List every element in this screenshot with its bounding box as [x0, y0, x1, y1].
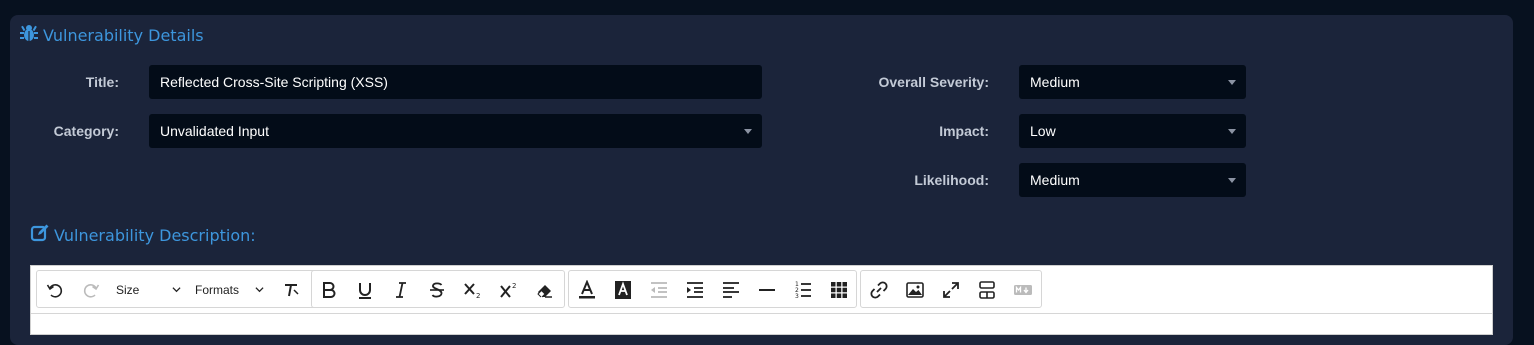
toolbar-group-history-format: Size Formats: [36, 270, 339, 308]
toolbar-group-paragraph: 123: [568, 270, 857, 308]
chevron-down-icon: [172, 287, 181, 293]
horizontal-rule-icon[interactable]: [755, 278, 779, 302]
ordered-list-icon[interactable]: 123: [791, 278, 815, 302]
likelihood-select[interactable]: Medium: [1019, 163, 1246, 197]
undo-icon[interactable]: [43, 278, 67, 302]
category-select[interactable]: Unvalidated Input: [149, 114, 762, 148]
category-label: Category:: [53, 123, 119, 139]
fullscreen-icon[interactable]: [939, 278, 963, 302]
impact-label: Impact:: [939, 123, 989, 139]
section-heading: Vulnerability Details: [19, 23, 204, 47]
title-label: Title:: [85, 74, 119, 90]
formats-dropdown[interactable]: Formats: [195, 280, 271, 300]
toolbar-group-text-style: 2 2: [311, 270, 565, 308]
overall-severity-select[interactable]: Medium: [1019, 65, 1246, 99]
eraser-icon[interactable]: [533, 278, 557, 302]
chevron-down-icon: [1228, 80, 1236, 85]
italic-icon[interactable]: [389, 278, 413, 302]
impact-select[interactable]: Low: [1019, 114, 1246, 148]
likelihood-value: Medium: [1030, 172, 1080, 188]
size-dropdown[interactable]: Size: [116, 280, 190, 300]
indent-icon[interactable]: [683, 278, 707, 302]
svg-text:3: 3: [795, 293, 799, 300]
chevron-down-icon: [1228, 129, 1236, 134]
section-title: Vulnerability Details: [43, 25, 204, 45]
strikethrough-icon[interactable]: [425, 278, 449, 302]
text-color-icon[interactable]: [575, 278, 599, 302]
overall-severity-label: Overall Severity:: [878, 74, 989, 90]
underline-icon[interactable]: [353, 278, 377, 302]
bug-icon: [19, 23, 43, 47]
formats-label: Formats: [195, 283, 240, 297]
edit-square-icon: [30, 223, 54, 247]
description-title: Vulnerability Description:: [54, 225, 256, 245]
link-icon[interactable]: [867, 278, 891, 302]
chevron-down-icon: [255, 287, 264, 293]
template-icon[interactable]: [975, 278, 999, 302]
align-left-icon[interactable]: [719, 278, 743, 302]
markdown-icon[interactable]: [1011, 278, 1035, 302]
likelihood-label: Likelihood:: [914, 172, 989, 188]
impact-value: Low: [1030, 123, 1056, 139]
description-editor[interactable]: Size Formats 2 2 1 2 3: [30, 265, 1493, 335]
bold-icon[interactable]: [317, 278, 341, 302]
superscript-icon[interactable]: 2: [497, 278, 521, 302]
outdent-icon[interactable]: [647, 278, 671, 302]
image-icon[interactable]: [903, 278, 927, 302]
category-value: Unvalidated Input: [160, 123, 269, 139]
toolbar-divider: [31, 313, 1492, 314]
chevron-down-icon: [744, 129, 752, 134]
description-heading: Vulnerability Description:: [30, 223, 256, 247]
clear-format-icon[interactable]: [279, 278, 303, 302]
subscript-icon[interactable]: 2: [461, 278, 485, 302]
chevron-down-icon: [1228, 178, 1236, 183]
svg-text:2: 2: [512, 282, 516, 290]
title-input[interactable]: Reflected Cross-Site Scripting (XSS): [149, 65, 762, 99]
toolbar-group-insert: [860, 270, 1042, 308]
overall-severity-value: Medium: [1030, 74, 1080, 90]
svg-text:2: 2: [476, 292, 480, 300]
redo-icon[interactable]: [79, 278, 103, 302]
background-color-icon[interactable]: [611, 278, 635, 302]
size-label: Size: [116, 283, 140, 297]
table-icon[interactable]: [827, 278, 851, 302]
